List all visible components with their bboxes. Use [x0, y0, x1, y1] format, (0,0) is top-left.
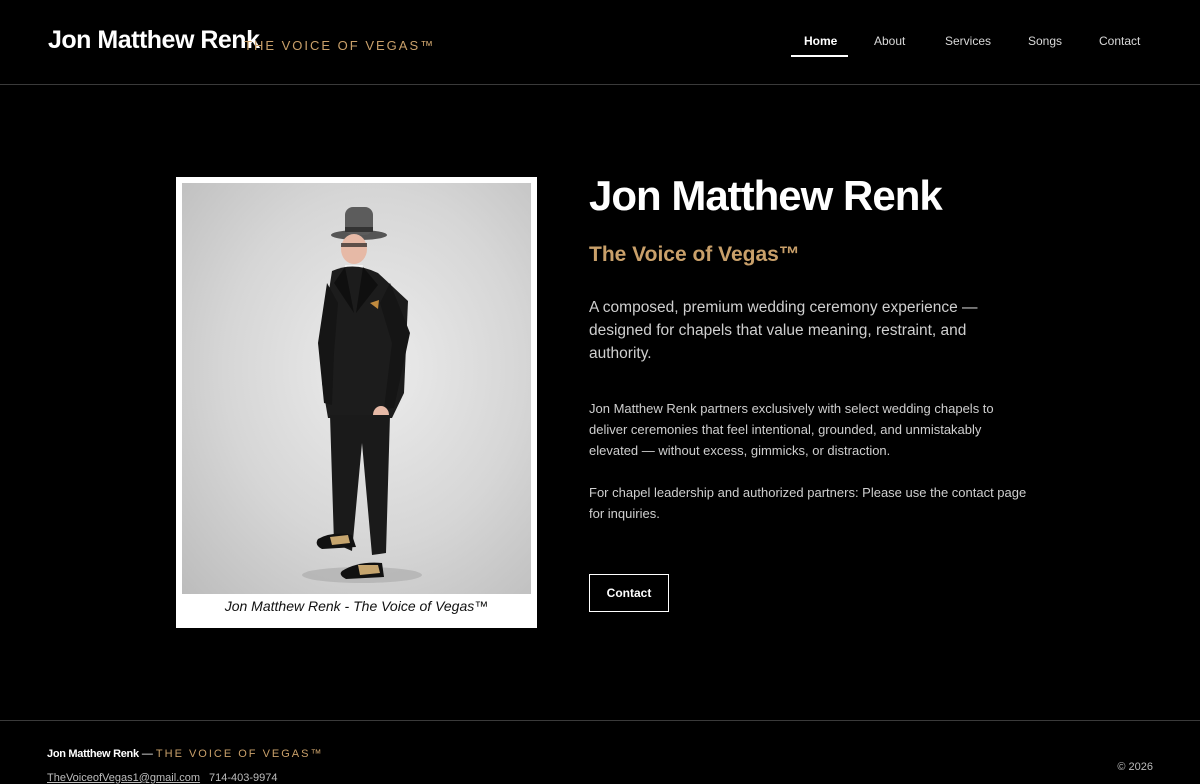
- portrait-photo: [182, 183, 531, 594]
- hero-subtitle: The Voice of Vegas™: [589, 243, 800, 266]
- nav-active-indicator: [791, 55, 848, 57]
- site-title[interactable]: Jon Matthew Renk: [48, 26, 260, 55]
- site-header: Jon Matthew Renk THE VOICE OF VEGAS™ Hom…: [0, 0, 1200, 85]
- nav-about[interactable]: About: [874, 34, 905, 48]
- site-tagline: THE VOICE OF VEGAS™: [244, 38, 436, 53]
- hero-title: Jon Matthew Renk: [589, 172, 943, 219]
- nav-services[interactable]: Services: [945, 34, 991, 48]
- hero-body-paragraph: Jon Matthew Renk partners exclusively wi…: [589, 401, 994, 458]
- nav-home[interactable]: Home: [804, 34, 837, 48]
- portrait-caption: Jon Matthew Renk - The Voice of Vegas™: [224, 598, 489, 614]
- hero-lead-paragraph: A composed, premium wedding ceremony exp…: [589, 299, 978, 362]
- footer-tagline: THE VOICE OF VEGAS™: [155, 748, 324, 760]
- footer-separator: —: [141, 748, 153, 760]
- portrait-illustration: [302, 207, 422, 583]
- nav-contact[interactable]: Contact: [1099, 34, 1140, 48]
- hero-inquiry-paragraph: For chapel leadership and authorized par…: [589, 485, 1027, 521]
- footer-phone[interactable]: 714-403-9974: [209, 772, 278, 784]
- footer-copyright: © 2026: [1117, 761, 1153, 773]
- footer-brand: Jon Matthew Renk — THE VOICE OF VEGAS™: [47, 748, 323, 760]
- footer-brand-name: Jon Matthew Renk: [47, 748, 139, 760]
- portrait-frame: Jon Matthew Renk - The Voice of Vegas™: [176, 177, 537, 628]
- footer-email-link[interactable]: TheVoiceofVegas1@gmail.com: [47, 772, 200, 784]
- nav-songs[interactable]: Songs: [1028, 34, 1062, 48]
- site-footer: Jon Matthew Renk — THE VOICE OF VEGAS™ T…: [0, 720, 1200, 784]
- contact-button[interactable]: Contact: [589, 574, 669, 612]
